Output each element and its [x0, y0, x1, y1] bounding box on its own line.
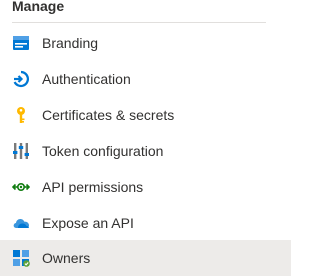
token-configuration-icon: [13, 143, 29, 159]
manage-nav: Manage Branding Authentication Certifica…: [0, 0, 291, 276]
nav-item-branding[interactable]: Branding: [0, 25, 291, 61]
nav-item-label: Branding: [42, 35, 99, 51]
nav-item-label: Owners: [42, 250, 91, 266]
nav-item-label: Expose an API: [42, 215, 134, 231]
nav-item-owners[interactable]: Owners: [0, 240, 291, 276]
nav-item-label: Token configuration: [42, 143, 164, 159]
key-icon: [17, 107, 25, 123]
owners-icon: [13, 250, 30, 267]
section-divider: [12, 22, 266, 23]
nav-item-label: Authentication: [42, 71, 131, 87]
nav-item-certificates-secrets[interactable]: Certificates & secrets: [0, 97, 291, 133]
nav-item-token-configuration[interactable]: Token configuration: [0, 133, 291, 169]
authentication-icon: [13, 70, 30, 88]
nav-item-authentication[interactable]: Authentication: [0, 61, 291, 97]
nav-item-label: Certificates & secrets: [42, 107, 175, 123]
nav-item-label: API permissions: [42, 179, 144, 195]
nav-item-api-permissions[interactable]: API permissions: [0, 169, 291, 205]
section-header-manage: Manage: [12, 0, 65, 14]
api-permissions-icon: [12, 183, 30, 192]
cloud-icon: [13, 219, 29, 228]
nav-item-expose-an-api[interactable]: Expose an API: [0, 205, 291, 241]
branding-icon: [13, 36, 29, 50]
